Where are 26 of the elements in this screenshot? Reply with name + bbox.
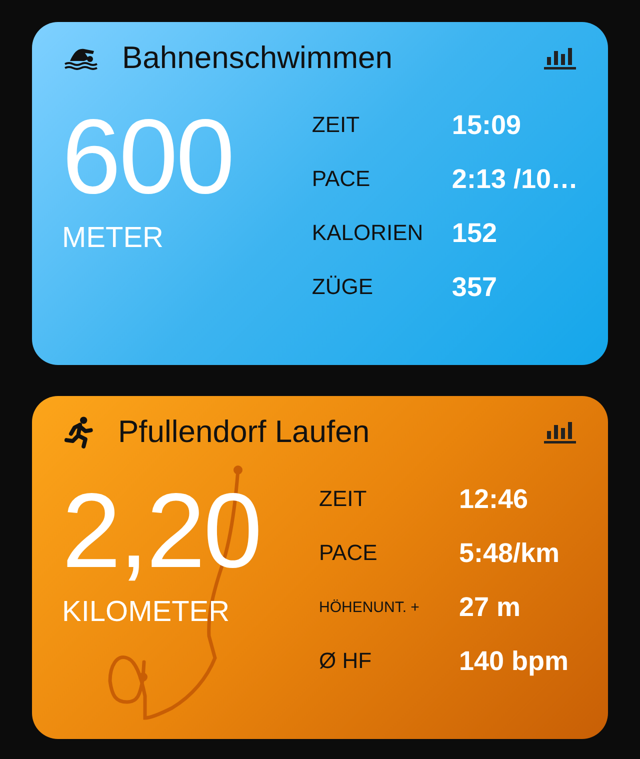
- distance-value: 600: [62, 104, 234, 210]
- distance-unit: METER: [62, 222, 164, 255]
- workout-title: Bahnenschwimmen: [122, 40, 394, 76]
- stat-value: 12:46: [459, 484, 530, 514]
- stat-label: ZEIT: [312, 112, 361, 138]
- stat-label: HÖHENUNT. +: [319, 598, 420, 616]
- stat-label: Ø HF: [319, 648, 373, 674]
- stat-value: 140 bpm: [459, 646, 569, 676]
- stat-value: 357: [452, 272, 498, 302]
- stat-label: ZEIT: [319, 486, 368, 512]
- distance-unit: KILOMETER: [62, 596, 231, 629]
- workout-title: Pfullendorf Laufen: [118, 414, 371, 450]
- chart-icon[interactable]: [544, 420, 578, 444]
- stat-value: 15:09: [452, 110, 522, 140]
- stat-label: PACE: [319, 540, 378, 566]
- workout-card[interactable]: Bahnenschwimmen 600 METER ZEIT 15:09 PACE 2:13 /10… KALORIEN 152 ZÜGE 357: [32, 22, 608, 365]
- workout-card[interactable]: Pfullendorf Laufen 2,20 KILOMETER ZEIT 12:46 PACE 5:48/km HÖHENUNT. + 27 m Ø HF 140 bpm: [32, 396, 608, 739]
- stat-label: PACE: [312, 166, 372, 192]
- chart-icon[interactable]: [544, 46, 578, 70]
- stat-value: 5:48/km: [459, 538, 561, 568]
- stat-label: ZÜGE: [312, 274, 374, 300]
- distance-value: 2,20: [62, 478, 262, 584]
- stat-value: 152: [452, 218, 498, 248]
- stat-label: KALORIEN: [312, 220, 424, 246]
- stat-value: 2:13 /10…: [452, 164, 578, 194]
- stat-value: 27 m: [459, 592, 522, 622]
